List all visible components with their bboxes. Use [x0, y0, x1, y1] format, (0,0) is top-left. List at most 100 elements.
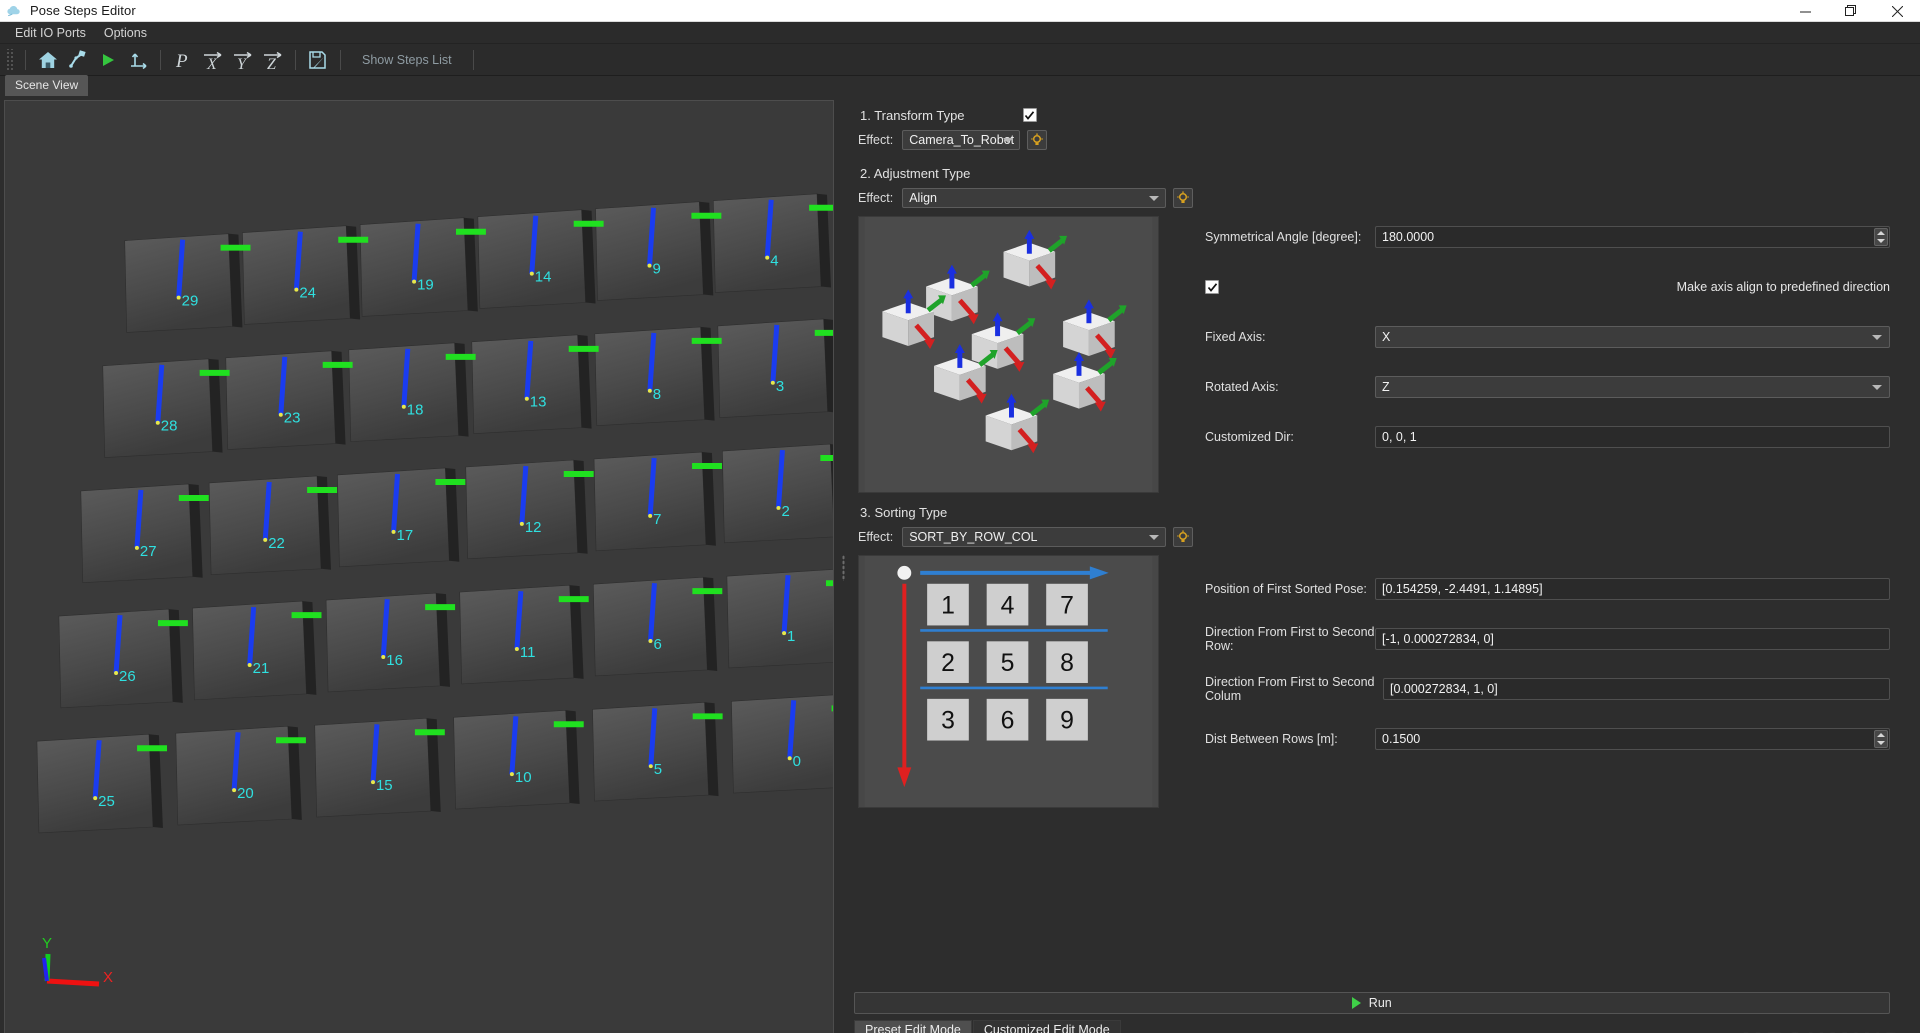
pose-label: 26 [119, 668, 136, 685]
fixed-axis-value: X [1382, 330, 1390, 344]
sort-cell-label: 9 [1060, 708, 1074, 735]
tab-scene-view[interactable]: Scene View [5, 75, 88, 96]
pose-label: 16 [386, 652, 403, 669]
pose-label: 11 [520, 644, 536, 661]
symmetrical-angle-row: Symmetrical Angle [degree]: 180.0000 [1205, 226, 1890, 248]
customized-dir-label: Customized Dir: [1205, 430, 1375, 444]
title-bar: Pose Steps Editor [0, 0, 1920, 22]
pose-label: 10 [515, 769, 532, 786]
svg-text:Y: Y [237, 56, 248, 71]
toolbar-separator-4 [340, 50, 341, 70]
direction-second-column-value: [0.000272834, 1, 0] [1390, 682, 1498, 696]
dist-between-rows-stepper[interactable] [1874, 730, 1888, 748]
menu-edit-io-ports[interactable]: Edit IO Ports [6, 23, 95, 43]
pose-label: 5 [654, 761, 662, 778]
symmetrical-angle-input[interactable]: 180.0000 [1375, 226, 1890, 248]
x-axis-icon[interactable]: X [198, 46, 228, 74]
transform-effect-combo[interactable]: Camera_To_Robot [902, 130, 1020, 150]
pose-label: 0 [793, 753, 801, 770]
direction-second-column-input[interactable]: [0.000272834, 1, 0] [1383, 678, 1890, 700]
scene-viewport[interactable]: 2924191494282318138327221712722621161161… [4, 100, 834, 1033]
pose-label: 24 [299, 285, 316, 302]
direction-second-row-value: [-1, 0.000272834, 0] [1382, 632, 1494, 646]
menu-bar: Edit IO Ports Options [0, 22, 1920, 44]
home-icon[interactable] [33, 46, 63, 74]
rotated-axis-select[interactable]: Z [1375, 376, 1890, 398]
pose-label: 9 [653, 261, 661, 278]
customized-dir-input[interactable]: 0, 0, 1 [1375, 426, 1890, 448]
first-sorted-pose-value: [0.154259, -2.4491, 1.14895] [1382, 582, 1543, 596]
make-axis-align-label: Make axis align to predefined direction [1677, 280, 1890, 294]
close-icon[interactable] [1874, 0, 1920, 22]
dist-between-rows-input[interactable]: 0.1500 [1375, 728, 1890, 750]
tab-preset-edit-mode[interactable]: Preset Edit Mode [854, 1020, 972, 1033]
direction-second-column-label: Direction From First to Second Colum [1205, 675, 1383, 703]
chevron-down-icon [1872, 385, 1882, 390]
sorting-effect-combo[interactable]: SORT_BY_ROW_COL [902, 527, 1166, 547]
first-sorted-pose-input[interactable]: [0.154259, -2.4491, 1.14895] [1375, 578, 1890, 600]
adjustment-effect-combo[interactable]: Align [902, 188, 1166, 208]
play-icon[interactable] [93, 46, 123, 74]
menu-options[interactable]: Options [95, 23, 156, 43]
direction-second-row-input[interactable]: [-1, 0.000272834, 0] [1375, 628, 1890, 650]
transform-effect-label: Effect: [858, 133, 893, 147]
axis-gizmo: X Y [27, 926, 117, 996]
rotated-axis-label: Rotated Axis: [1205, 380, 1375, 394]
sort-cell-label: 1 [941, 593, 955, 620]
pose-label: 14 [535, 269, 552, 286]
chevron-down-icon [1872, 335, 1882, 340]
customized-dir-row: Customized Dir: 0, 0, 1 [1205, 426, 1890, 448]
p-axis-icon[interactable]: P [168, 46, 198, 74]
toolbar-grip[interactable] [5, 49, 15, 71]
fixed-axis-label: Fixed Axis: [1205, 330, 1375, 344]
make-axis-align-checkbox[interactable] [1205, 280, 1219, 294]
tab-customized-edit-mode[interactable]: Customized Edit Mode [973, 1020, 1121, 1033]
pose-label: 23 [284, 410, 301, 427]
pose-label: 19 [417, 277, 434, 294]
sort-cell-label: 5 [1001, 650, 1015, 677]
settings-right-column: Symmetrical Angle [degree]: 180.0000 Mak… [1193, 102, 1914, 992]
sorting-hint-lightbulb-icon[interactable] [1173, 527, 1193, 547]
toolbar-separator-2 [160, 50, 161, 70]
sorting-preview-diagram: 147258369 [858, 555, 1159, 808]
rotated-axis-value: Z [1382, 380, 1390, 394]
play-icon [1352, 997, 1361, 1009]
run-button[interactable]: Run [854, 992, 1890, 1014]
first-sorted-pose-label: Position of First Sorted Pose: [1205, 582, 1375, 596]
adjustment-hint-lightbulb-icon[interactable] [1173, 188, 1193, 208]
viewport-container: 2924191494282318138327221712722621161161… [0, 96, 838, 1033]
pose-label: 13 [530, 394, 547, 411]
svg-text:X: X [206, 56, 218, 71]
pose-label: 18 [407, 402, 424, 419]
watermark-label: MECHMIND [1742, 1028, 1906, 1033]
maximize-icon[interactable] [1828, 0, 1874, 22]
transform-effect-value: Camera_To_Robot [909, 133, 1014, 147]
panel-splitter[interactable] [838, 96, 848, 1033]
axis-arrow-icon[interactable] [123, 46, 153, 74]
make-axis-align-row: Make axis align to predefined direction [1205, 276, 1890, 298]
pose-label: 2 [781, 503, 789, 520]
dist-between-rows-value: 0.1500 [1382, 732, 1420, 746]
robot-arm-icon[interactable] [63, 46, 93, 74]
pose-label: 21 [253, 660, 270, 677]
edit-steps-icon[interactable] [303, 46, 333, 74]
minimize-icon[interactable] [1782, 0, 1828, 22]
pose-label: 4 [770, 253, 778, 270]
app-cloud-icon [7, 4, 22, 17]
direction-second-row-row: Direction From First to Second Row: [-1,… [1205, 628, 1890, 650]
pose-label: 8 [653, 386, 661, 403]
svg-text:P: P [175, 51, 188, 71]
sort-start-dot [897, 566, 911, 580]
transform-hint-lightbulb-icon[interactable] [1027, 130, 1047, 150]
sorting-effect-label: Effect: [858, 530, 893, 544]
fixed-axis-select[interactable]: X [1375, 326, 1890, 348]
y-axis-icon[interactable]: Y [228, 46, 258, 74]
z-axis-icon[interactable]: Z [258, 46, 288, 74]
splitter-handle[interactable] [842, 555, 845, 581]
chevron-down-icon [1149, 196, 1159, 201]
symmetrical-angle-stepper[interactable] [1874, 228, 1888, 246]
tab-strip: Scene View [0, 76, 1920, 96]
show-steps-list-button[interactable]: Show Steps List [348, 53, 466, 67]
first-sorted-pose-row: Position of First Sorted Pose: [0.154259… [1205, 578, 1890, 600]
transform-type-checkbox[interactable] [1023, 108, 1037, 122]
